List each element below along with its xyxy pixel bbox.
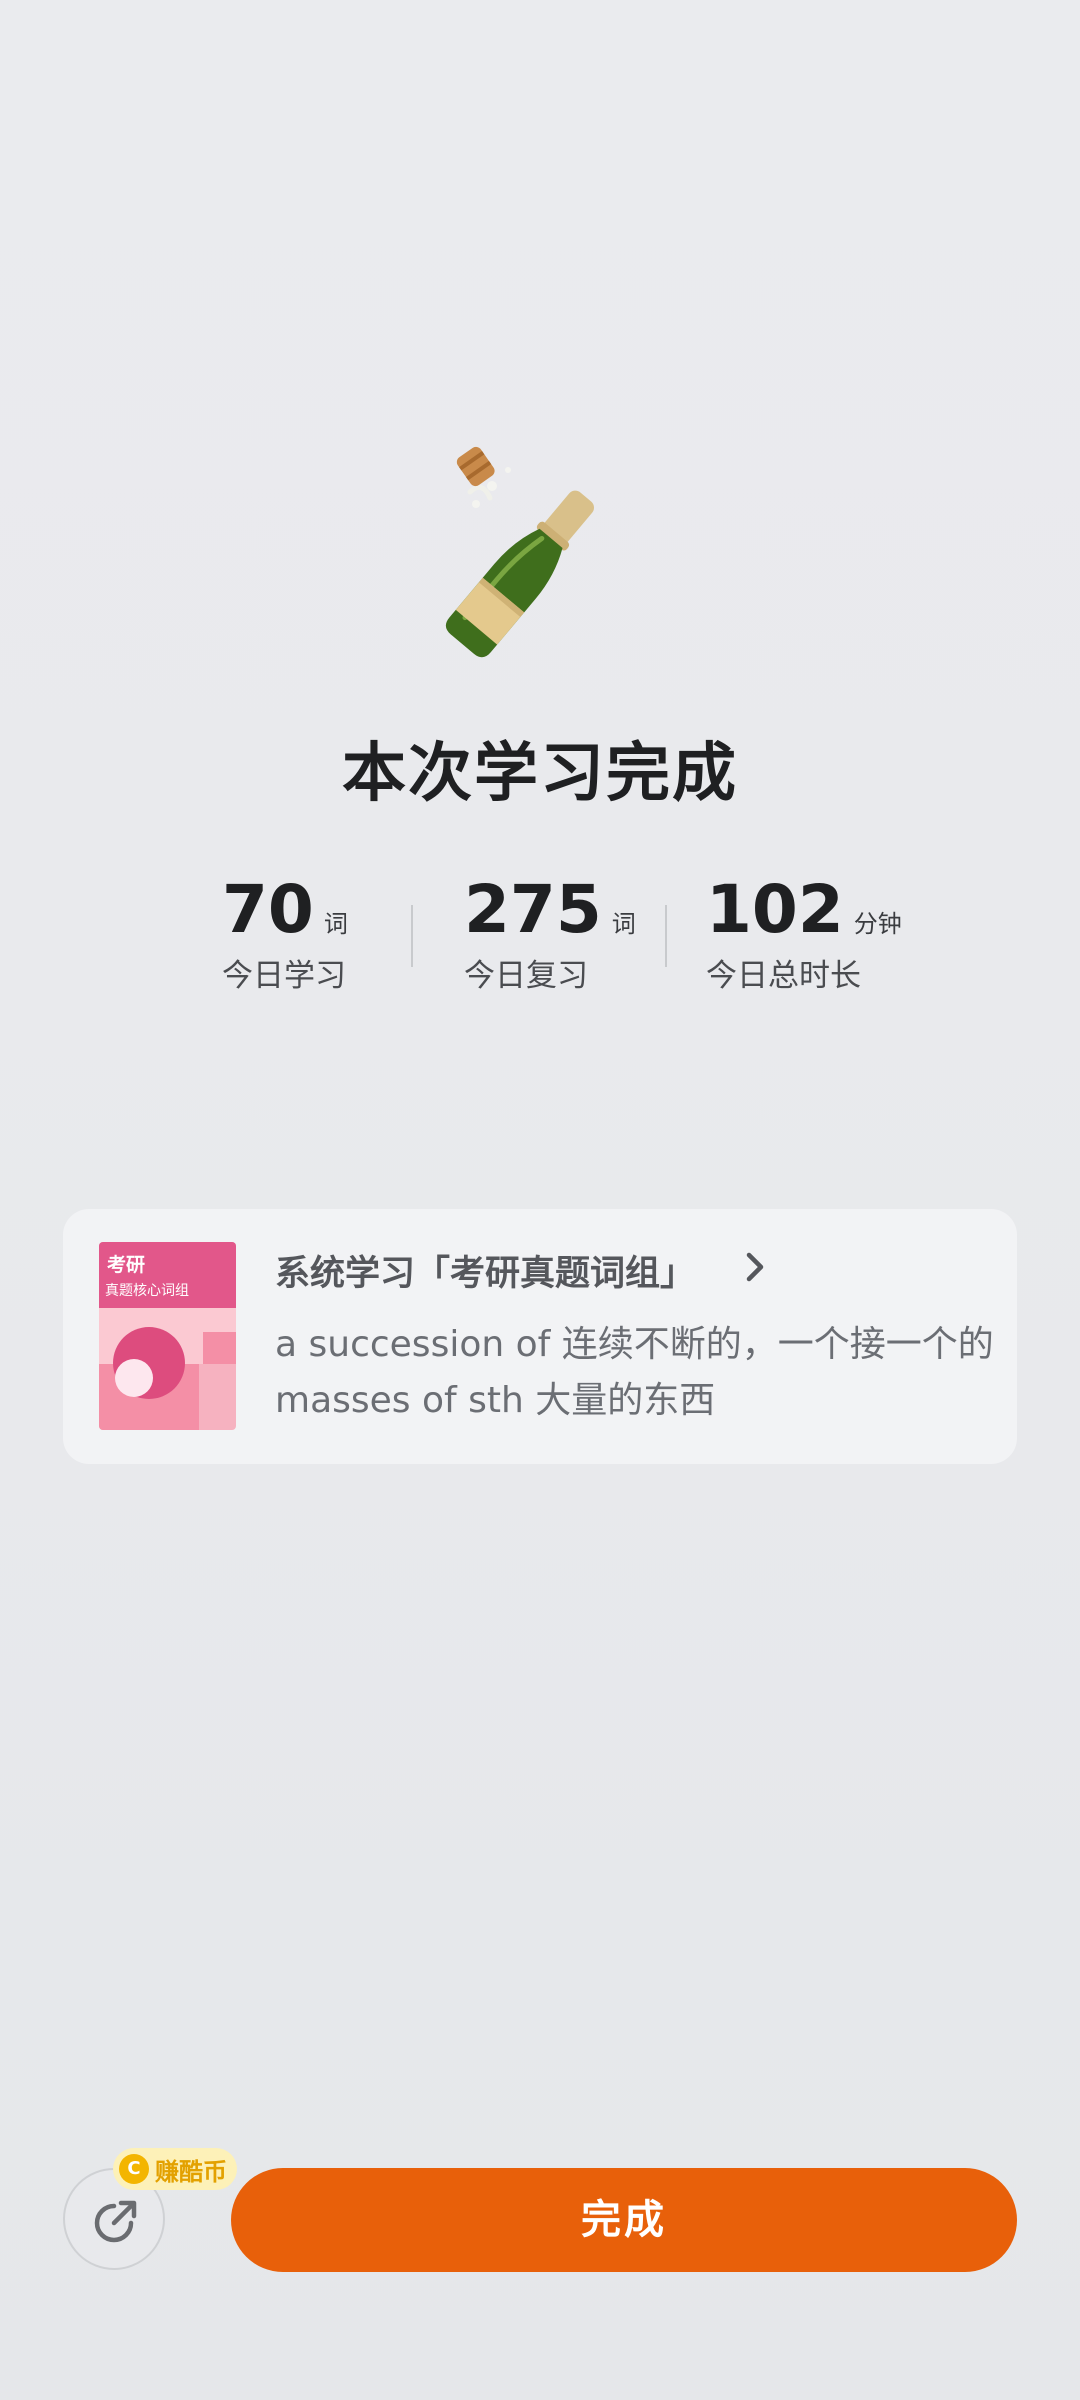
stat-divider: [665, 905, 667, 967]
stat-total-time-label: 今日总时长: [706, 958, 861, 994]
done-button[interactable]: 完成: [231, 2168, 1017, 2272]
stat-learned-value: 70: [222, 871, 314, 948]
stat-total-time-unit: 分钟: [853, 910, 902, 938]
page-title: 本次学习完成: [342, 737, 738, 811]
card-phrase-1: a succession of 连续不断的，一个接一个的: [275, 1324, 994, 1365]
daily-stats: 70 词 今日学习 275 词 今日复习 102 分钟 今日总时长: [0, 870, 1080, 1000]
study-book-card[interactable]: 考研 真题核心词组 系统学习「考研真题词组」 a succession of 连…: [63, 1209, 1017, 1464]
earn-coin-label: 赚酷币: [155, 2157, 227, 2186]
coin-icon: C: [119, 2154, 149, 2184]
stat-total-time-value: 102: [706, 871, 844, 948]
card-phrase-2: masses of sth 大量的东西: [275, 1380, 716, 1421]
stat-reviewed-label: 今日复习: [464, 958, 588, 994]
book-cover: 考研 真题核心词组: [99, 1242, 236, 1430]
stat-divider: [411, 905, 413, 967]
chevron-right-icon: [735, 1247, 775, 1287]
stat-learned-unit: 词: [323, 910, 348, 938]
stat-learned-label: 今日学习: [222, 958, 346, 994]
book-cover-title: 考研: [107, 1254, 146, 1276]
study-complete-page: 本次学习完成 70 词 今日学习 275 词 今日复习 102 分钟 今日总时长: [0, 0, 1080, 2400]
earn-coin-badge: C 赚酷币: [113, 2148, 237, 2190]
stat-reviewed: 275 词 今日复习: [464, 870, 636, 1000]
stat-reviewed-unit: 词: [611, 910, 636, 938]
champagne-bottle-icon: [430, 440, 650, 660]
card-title: 系统学习「考研真题词组」: [275, 1254, 696, 1294]
stat-learned: 70 词 今日学习: [222, 870, 348, 1000]
stat-total-time: 102 分钟 今日总时长: [706, 870, 902, 1000]
book-cover-subtitle: 真题核心词组: [105, 1283, 189, 1299]
share-icon: [94, 2200, 137, 2243]
stat-reviewed-value: 275: [464, 871, 602, 948]
